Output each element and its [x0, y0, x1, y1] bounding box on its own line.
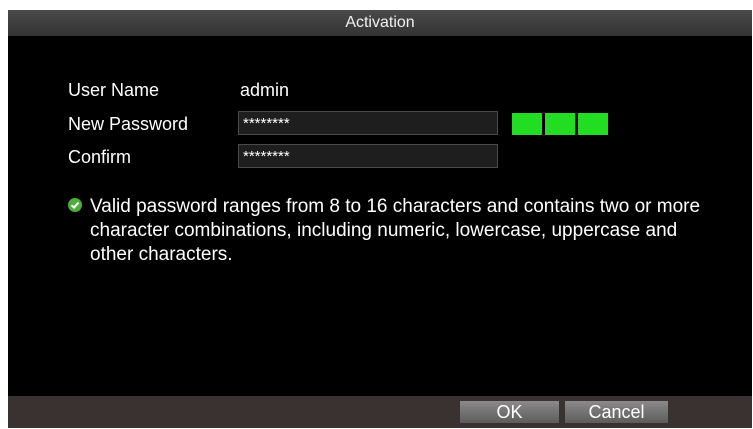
password-hint: Valid password ranges from 8 to 16 chara…	[68, 195, 708, 267]
hint-text: Valid password ranges from 8 to 16 chara…	[90, 196, 701, 265]
strength-segment	[545, 113, 575, 135]
username-label: User Name	[68, 80, 160, 100]
ok-button[interactable]: OK	[460, 401, 559, 423]
confirm-label: Confirm	[68, 147, 132, 167]
cancel-button[interactable]: Cancel	[565, 401, 668, 423]
strength-segment	[578, 113, 608, 135]
activation-dialog: Activation User Name admin New Password …	[8, 10, 752, 428]
dialog-title: Activation	[8, 10, 752, 36]
check-circle-icon	[68, 198, 82, 212]
button-bar: OK Cancel	[8, 396, 752, 428]
strength-segment	[512, 113, 542, 135]
new-password-label: New Password	[68, 114, 189, 134]
confirm-password-field[interactable]	[238, 144, 498, 168]
new-password-field[interactable]	[238, 111, 498, 135]
username-value: admin	[240, 80, 290, 100]
